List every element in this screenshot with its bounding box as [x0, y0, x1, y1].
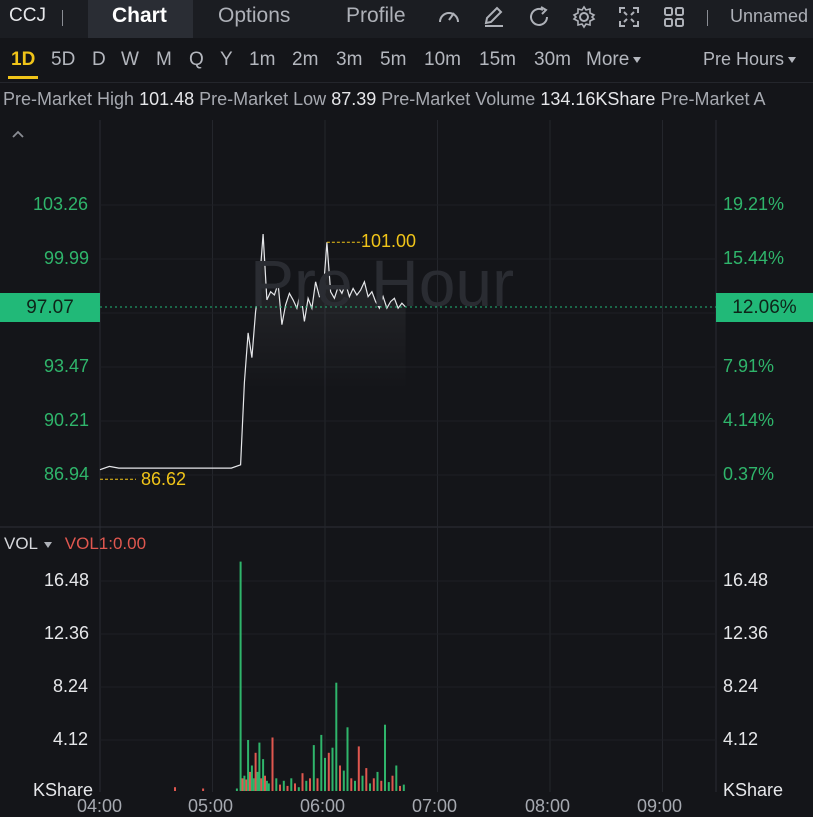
volume-bar — [342, 770, 345, 791]
volume-bar — [279, 784, 281, 791]
chart-grid — [0, 120, 813, 792]
price-volume-chart[interactable] — [0, 0, 813, 814]
volume-axis-label: 8.24 — [53, 676, 89, 696]
volume-bar — [395, 765, 398, 791]
volume-bar — [376, 771, 379, 791]
volume-indicator-name: VOL — [4, 534, 39, 553]
volume-unit-label: KShare — [723, 780, 784, 800]
volume-bar — [267, 783, 270, 791]
volume-axis-label: 4.12 — [723, 729, 759, 749]
volume-bar — [241, 778, 244, 791]
volume-bar — [260, 778, 263, 791]
volume-bar — [247, 740, 250, 791]
volume-bar — [282, 780, 285, 791]
volume-bar — [357, 746, 360, 791]
volume-bar — [286, 785, 289, 791]
volume-bar — [290, 778, 293, 791]
volume-bar — [275, 778, 278, 791]
volume-bar — [402, 784, 405, 791]
volume-bar — [391, 775, 394, 791]
volume-bar — [305, 780, 308, 791]
volume-bar — [331, 747, 334, 791]
volume-bar — [174, 787, 176, 791]
current-price-tag: 97.07 — [0, 293, 100, 322]
price-axis-label: 86.94 — [44, 464, 90, 484]
volume-axis-label: 12.36 — [723, 623, 769, 643]
volume-bar — [354, 780, 356, 791]
volume-axis-label: 4.12 — [53, 729, 89, 749]
chevron-up-icon[interactable] — [10, 128, 26, 140]
volume-bar — [320, 734, 323, 791]
percent-axis-label: 7.91% — [723, 356, 775, 376]
volume-bar — [312, 745, 315, 791]
volume-bar — [387, 782, 390, 791]
volume-bar — [309, 778, 311, 791]
volume-bar — [245, 779, 248, 791]
volume-bar — [335, 682, 338, 791]
chevron-down-icon — [44, 541, 53, 548]
volume-axis-label: 8.24 — [723, 676, 759, 696]
session-watermark: Pre Hour — [250, 246, 515, 320]
percent-axis-label: 4.14% — [723, 410, 775, 430]
volume-bar — [384, 724, 386, 791]
percent-axis-label: 19.21% — [723, 194, 785, 214]
volume-bar — [316, 778, 319, 791]
volume-bar — [265, 780, 268, 791]
volume-bar — [258, 742, 261, 791]
volume-indicator-value: VOL1:0.00 — [64, 534, 147, 553]
volume-bar — [271, 737, 274, 791]
volume-bar — [297, 787, 300, 791]
current-percent-tag: 12.06% — [716, 293, 813, 322]
volume-bar — [324, 757, 326, 791]
percent-axis-label: 0.37% — [723, 464, 775, 484]
volume-bar — [365, 768, 368, 791]
volume-bar — [264, 775, 266, 791]
volume-bar — [243, 775, 246, 791]
volume-bar — [294, 783, 296, 791]
price-axis-label: 93.47 — [44, 356, 90, 376]
price-axis-label: 103.26 — [33, 194, 89, 214]
volume-bar — [262, 759, 265, 791]
volume-bar — [361, 775, 364, 791]
volume-bar — [252, 778, 255, 791]
volume-bar — [372, 778, 375, 791]
volume-bar — [380, 780, 383, 791]
volume-axis-label: 16.48 — [723, 570, 769, 590]
low-annotation: 86.62 — [141, 469, 187, 489]
volume-bar — [327, 752, 330, 791]
volume-axis-label: 16.48 — [44, 570, 90, 590]
volume-bar — [369, 783, 371, 791]
volume-axis-label: 12.36 — [44, 623, 90, 643]
price-axis-label: 99.99 — [44, 248, 90, 268]
high-annotation: 101.00 — [361, 231, 417, 251]
volume-bar — [399, 785, 401, 791]
volume-bar — [249, 771, 251, 791]
volume-bar — [301, 773, 304, 791]
volume-bar — [250, 765, 253, 791]
volume-bar — [350, 778, 353, 791]
volume-bar — [254, 752, 257, 791]
volume-bar — [235, 788, 238, 791]
volume-bar — [202, 788, 205, 791]
volume-indicator-header[interactable]: VOL VOL1:0.00 — [4, 534, 146, 554]
percent-axis-label: 15.44% — [723, 248, 785, 268]
volume-bar — [346, 727, 349, 791]
volume-bar — [339, 765, 341, 791]
volume-series — [174, 561, 405, 791]
volume-bar — [239, 561, 242, 791]
price-axis-label: 90.21 — [44, 410, 90, 430]
volume-bar — [256, 771, 259, 791]
